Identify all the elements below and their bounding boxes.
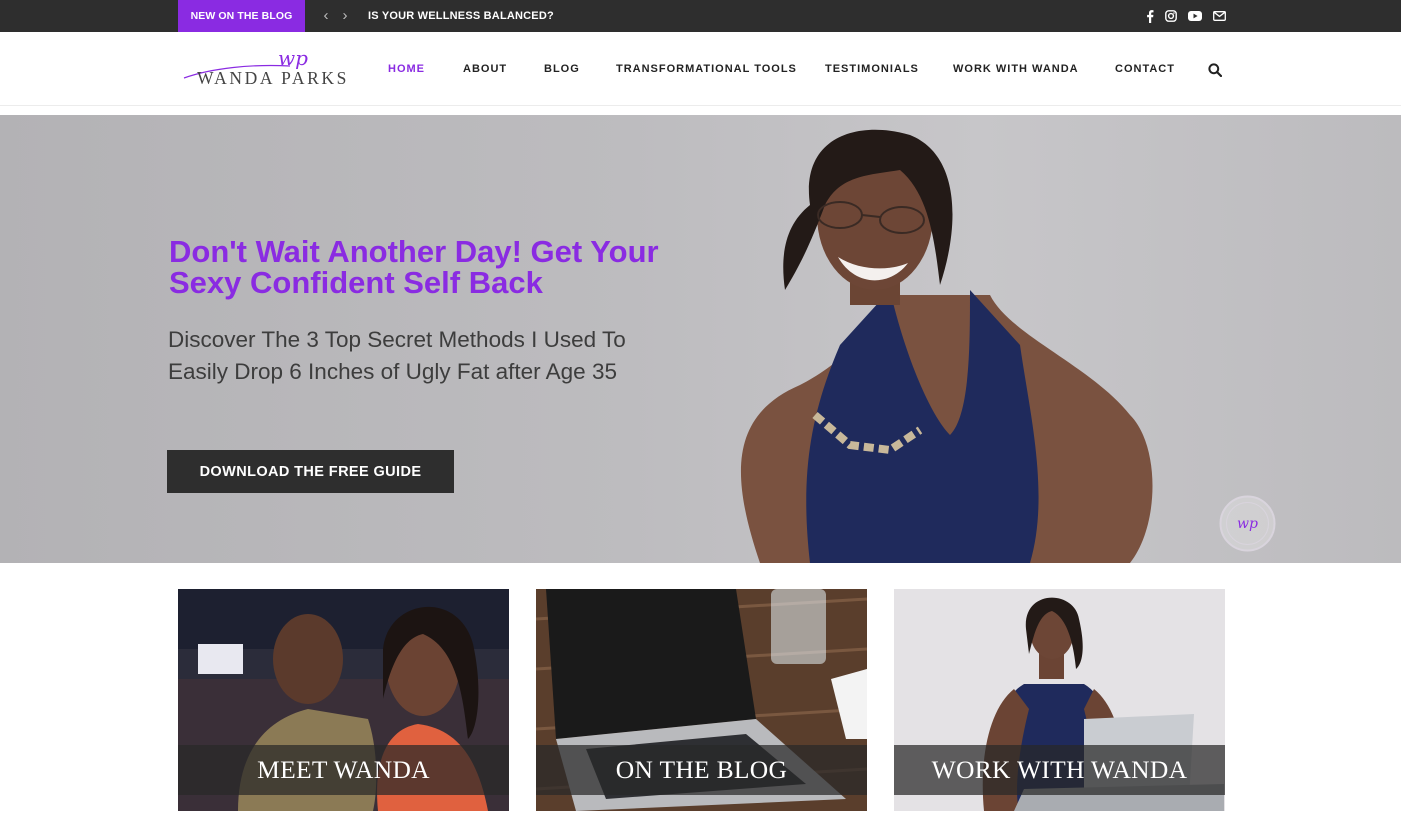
- card-label: MEET WANDA: [178, 745, 509, 795]
- blog-headline-link[interactable]: IS YOUR WELLNESS BALANCED?: [368, 0, 554, 32]
- card-work-with-wanda[interactable]: WORK WITH WANDA: [894, 589, 1225, 811]
- nav-home[interactable]: HOME: [388, 63, 425, 77]
- logo-name: WANDA PARKS: [197, 68, 349, 88]
- facebook-icon[interactable]: [1141, 7, 1159, 25]
- hero-banner: Don't Wait Another Day! Get Your Sexy Co…: [0, 115, 1401, 563]
- site-header: wp WANDA PARKS HOME ABOUT BLOG TRANSFORM…: [0, 32, 1401, 106]
- search-icon[interactable]: [1208, 63, 1224, 79]
- download-guide-button[interactable]: DOWNLOAD THE FREE GUIDE: [167, 450, 454, 493]
- logo-monogram: wp: [278, 46, 308, 70]
- seal-monogram: wp: [1237, 516, 1258, 532]
- top-bar: NEW ON THE BLOG ‹ › IS YOUR WELLNESS BAL…: [0, 0, 1401, 32]
- nav-contact[interactable]: CONTACT: [1115, 63, 1175, 77]
- nav-work-with-wanda[interactable]: WORK WITH WANDA: [953, 63, 1079, 77]
- envelope-icon[interactable]: [1210, 7, 1228, 25]
- site-logo[interactable]: wp WANDA PARKS: [182, 46, 352, 94]
- hero-subtitle: Discover The 3 Top Secret Methods I Used…: [168, 327, 626, 384]
- card-meet-wanda[interactable]: MEET WANDA: [178, 589, 509, 811]
- hero-title: Don't Wait Another Day! Get Your Sexy Co…: [169, 234, 659, 300]
- nav-about[interactable]: ABOUT: [463, 63, 507, 77]
- hero-photo: [740, 129, 1153, 563]
- card-label: ON THE BLOG: [536, 745, 867, 795]
- nav-testimonials[interactable]: TESTIMONIALS: [825, 63, 919, 77]
- card-on-the-blog[interactable]: ON THE BLOG: [536, 589, 867, 811]
- new-on-blog-badge: NEW ON THE BLOG: [178, 0, 305, 32]
- nav-transformational-tools[interactable]: TRANSFORMATIONAL TOOLS: [616, 63, 797, 77]
- chevron-left-icon[interactable]: ‹: [319, 8, 333, 24]
- chevron-right-icon[interactable]: ›: [338, 8, 352, 24]
- nav-blog[interactable]: BLOG: [544, 63, 580, 77]
- instagram-icon[interactable]: [1162, 7, 1180, 25]
- logo-seal-icon: wp: [1219, 495, 1276, 552]
- card-label: WORK WITH WANDA: [894, 745, 1225, 795]
- youtube-icon[interactable]: [1186, 7, 1204, 25]
